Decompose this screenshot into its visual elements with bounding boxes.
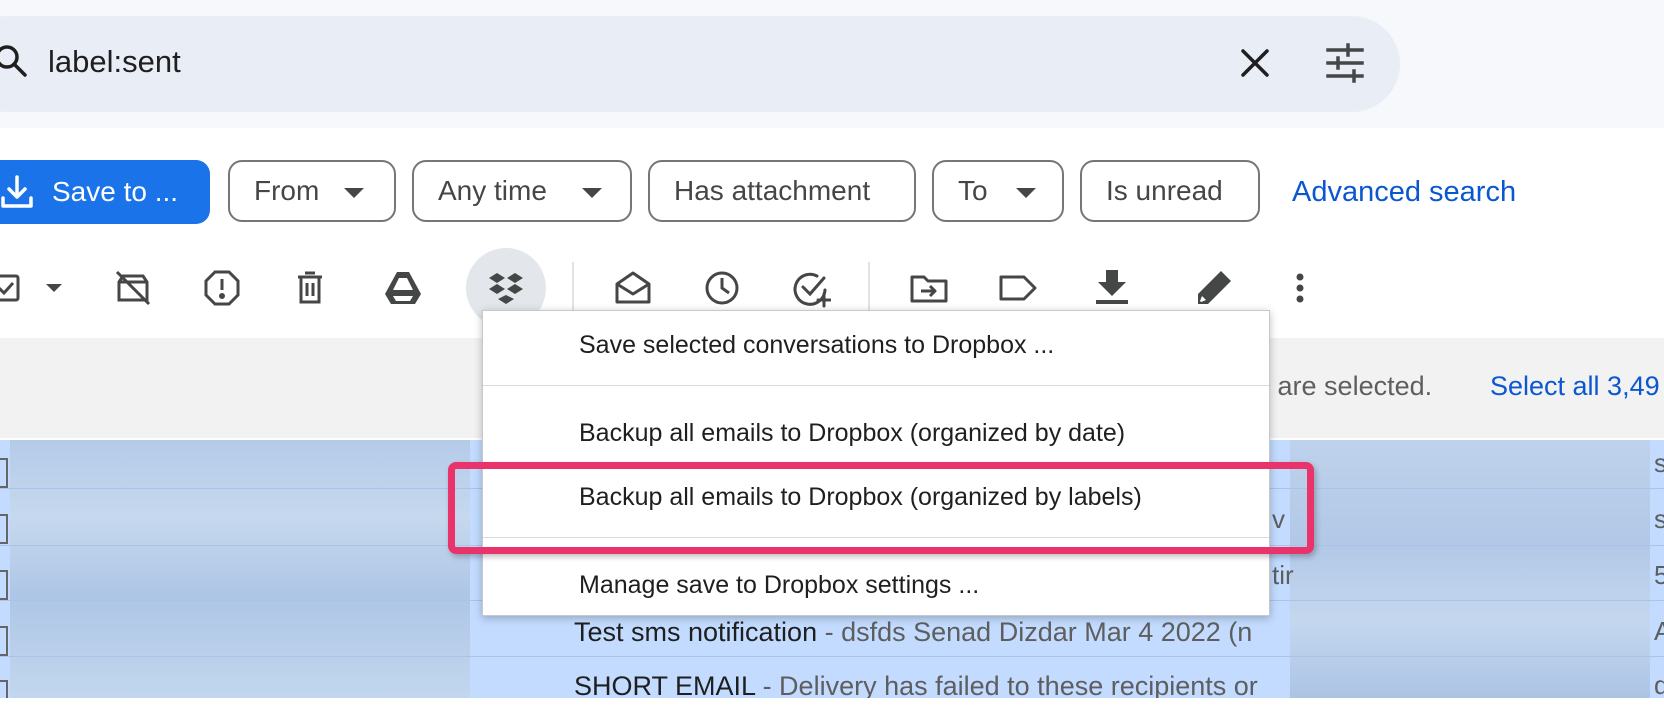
row-checkbox[interactable]: [0, 570, 8, 600]
row-checkbox[interactable]: [0, 626, 8, 656]
delete-icon[interactable]: [290, 268, 330, 308]
menu-item-label: Backup all emails to Dropbox (organized …: [579, 419, 1126, 447]
search-input[interactable]: label:sent: [48, 42, 181, 82]
edit-icon[interactable]: [1194, 268, 1234, 308]
search-options-icon[interactable]: [1324, 42, 1366, 84]
archive-off-icon[interactable]: [113, 268, 153, 308]
row-divider: [0, 656, 1664, 657]
menu-item-save-selected[interactable]: Save selected conversations to Dropbox .…: [483, 315, 1269, 375]
download-icon[interactable]: [1092, 268, 1132, 308]
email-row[interactable]: Test sms notification - dsfds Senad Dizd…: [574, 614, 1252, 650]
chip-label: To: [958, 175, 988, 206]
email-row[interactable]: SHORT EMAIL - Delivery has failed to the…: [574, 668, 1258, 698]
move-to-icon[interactable]: [909, 268, 949, 308]
is-unread-filter-chip[interactable]: Is unread: [1080, 160, 1260, 222]
snooze-icon[interactable]: [702, 268, 742, 308]
to-filter-chip[interactable]: To: [932, 160, 1064, 222]
row-edge-text: d: [1654, 670, 1664, 698]
search-bar[interactable]: [0, 16, 1400, 112]
caret-down-icon: [1016, 188, 1036, 198]
redacted-right-area: [1290, 440, 1650, 698]
email-snippet: - dsfds Senad Dizdar Mar 4 2022 (n: [817, 617, 1253, 647]
caret-down-icon: [344, 188, 364, 198]
email-subject: SHORT EMAIL: [574, 671, 756, 698]
menu-item-manage-settings[interactable]: Manage save to Dropbox settings ...: [483, 555, 1269, 615]
caret-down-icon: [582, 188, 602, 198]
download-icon: [0, 174, 34, 210]
menu-divider: [483, 385, 1269, 386]
chip-label: Any time: [438, 175, 547, 206]
add-to-tasks-icon[interactable]: [791, 268, 832, 308]
from-filter-chip[interactable]: From: [228, 160, 396, 222]
snippet-fragment: tir: [1272, 560, 1294, 590]
row-checkbox[interactable]: [0, 680, 8, 698]
advanced-search-link[interactable]: Advanced search: [1292, 174, 1516, 210]
chip-label: From: [254, 175, 320, 206]
label-icon[interactable]: [998, 268, 1038, 308]
email-snippet: - Delivery has failed to these recipient…: [755, 671, 1258, 698]
menu-item-backup-by-date[interactable]: Backup all emails to Dropbox (organized …: [483, 403, 1269, 463]
search-icon[interactable]: [0, 44, 30, 80]
select-all-checkbox-icon[interactable]: [0, 268, 32, 308]
email-subject: Test sms notification: [574, 617, 818, 647]
report-spam-icon[interactable]: [202, 268, 242, 308]
clear-search-icon[interactable]: [1236, 44, 1274, 82]
menu-item-label: Manage save to Dropbox settings ...: [579, 571, 980, 599]
caret-down-icon[interactable]: [34, 268, 74, 308]
more-vert-icon[interactable]: [1280, 268, 1320, 308]
row-edge-text: 55: [1654, 560, 1664, 590]
row-checkbox[interactable]: [0, 458, 8, 488]
row-edge-text: sf: [1654, 504, 1664, 534]
toolbar-divider: [572, 262, 574, 314]
chip-label: Has attachment: [674, 175, 871, 206]
highlight-annotation: [448, 462, 1314, 554]
toolbar-divider: [868, 262, 870, 314]
redacted-sender-area: [10, 440, 470, 698]
menu-item-label: Save selected conversations to Dropbox .…: [579, 331, 1055, 359]
row-edge-text: s: [1654, 448, 1664, 478]
save-to-button[interactable]: Save to ...: [0, 160, 210, 224]
has-attachment-filter-chip[interactable]: Has attachment: [648, 160, 916, 222]
row-checkbox[interactable]: [0, 514, 8, 544]
mark-read-icon[interactable]: [613, 268, 653, 308]
save-to-label: Save to ...: [52, 176, 179, 207]
row-edge-text: A: [1654, 616, 1664, 646]
dropbox-icon[interactable]: [486, 268, 526, 308]
google-drive-icon[interactable]: [383, 268, 423, 308]
any-time-filter-chip[interactable]: Any time: [412, 160, 632, 222]
chip-label: Is unread: [1106, 175, 1223, 206]
select-all-conversations-link[interactable]: Select all 3,49: [1490, 368, 1660, 404]
bottom-strip: [0, 698, 1664, 718]
